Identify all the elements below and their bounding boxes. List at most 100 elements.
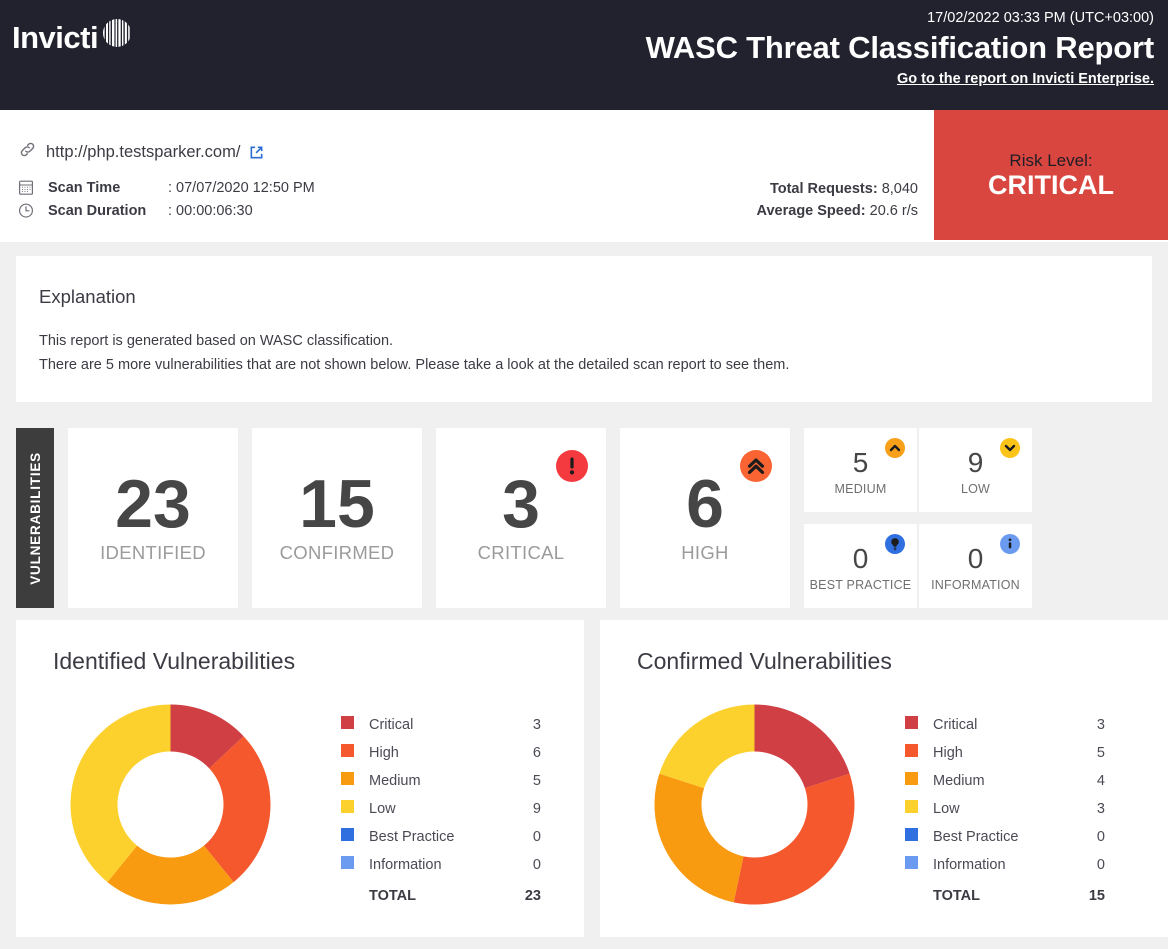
- confirmed-donut-chart: [652, 702, 857, 912]
- scan-meta-table: Scan Time : 07/07/2020 12:50 PM Scan Dur…: [18, 176, 315, 222]
- legend-swatch-cell: [905, 772, 933, 800]
- total-requests-row: Total Requests: 8,040: [757, 178, 918, 200]
- exclamation-badge-icon: [556, 450, 588, 482]
- scan-time-value: : 07/07/2020 12:50 PM: [168, 179, 315, 196]
- legend-color-swatch: [905, 716, 918, 729]
- small-stat-row-bottom: 0 BEST PRACTICE 0 INFORMATION: [804, 524, 1032, 608]
- stat-card-information[interactable]: 0 INFORMATION: [919, 524, 1032, 608]
- clock-icon: [18, 202, 40, 219]
- stat-card-low[interactable]: 9 LOW: [919, 428, 1032, 512]
- double-chevron-up-badge-icon: [740, 450, 772, 482]
- stat-value: 23: [115, 465, 191, 542]
- vulnerability-stats-row: VULNERABILITIES 23 IDENTIFIED 15 CONFIRM…: [16, 428, 1168, 608]
- external-link-icon[interactable]: [249, 145, 264, 160]
- stat-label: IDENTIFIED: [100, 542, 206, 564]
- link-icon: [18, 140, 37, 164]
- legend-color-swatch: [905, 856, 918, 869]
- go-to-report-link[interactable]: Go to the report on Invicti Enterprise.: [897, 71, 1154, 87]
- explanation-line-1: This report is generated based on WASC c…: [39, 333, 394, 349]
- legend-total-label: TOTAL: [933, 888, 980, 904]
- legend-swatch-cell: [341, 716, 369, 744]
- legend-value: 3: [532, 716, 541, 733]
- legend-label: Best Practice: [369, 828, 455, 845]
- stat-card-best-practice[interactable]: 0 BEST PRACTICE: [804, 524, 917, 608]
- legend-value: 3: [1096, 800, 1105, 817]
- legend-value: 3: [1096, 716, 1105, 733]
- identified-vulnerabilities-chart-card: Identified Vulnerabilities Critical 3 High…: [16, 620, 584, 937]
- legend-label: Medium: [369, 772, 421, 789]
- legend-label: Medium: [933, 772, 985, 789]
- legend-color-swatch: [905, 744, 918, 757]
- confirmed-vulnerabilities-chart-card: Confirmed Vulnerabilities Critical 3 High 5…: [600, 620, 1168, 937]
- stat-label: CONFIRMED: [279, 542, 395, 564]
- legend-row: Medium 5: [341, 772, 541, 800]
- explanation-card: Explanation This report is generated bas…: [16, 256, 1152, 402]
- legend-total-value: 15: [1088, 888, 1105, 904]
- lightbulb-badge-icon: [885, 534, 905, 554]
- legend-label: Low: [369, 800, 396, 817]
- legend-color-swatch: [905, 828, 918, 841]
- scan-duration-value: : 00:00:06:30: [168, 202, 253, 219]
- stat-label: INFORMATION: [931, 577, 1020, 592]
- stat-label: CRITICAL: [477, 542, 565, 564]
- stat-card-high[interactable]: 6 HIGH: [620, 428, 790, 608]
- stat-card-identified[interactable]: 23 IDENTIFIED: [68, 428, 238, 608]
- explanation-line-2: There are 5 more vulnerabilities that ar…: [39, 357, 790, 374]
- scan-time-row: Scan Time : 07/07/2020 12:50 PM: [18, 176, 315, 199]
- risk-level-box: Risk Level: CRITICAL: [934, 110, 1168, 240]
- stat-value: 3: [502, 465, 540, 542]
- legend-value: 5: [532, 772, 541, 789]
- legend-total-row: TOTAL 15: [905, 884, 1105, 915]
- legend-color-swatch: [905, 772, 918, 785]
- legend-value: 0: [532, 828, 541, 845]
- legend-label: Information: [369, 856, 442, 873]
- legend-row: Information 0: [905, 856, 1105, 884]
- identified-donut-chart: [68, 702, 273, 912]
- legend-color-swatch: [341, 828, 354, 841]
- scan-info-left: http://php.testsparker.com/ Scan Time: …: [18, 140, 315, 222]
- logo-text: Invicti: [12, 20, 99, 55]
- legend-color-swatch: [341, 800, 354, 813]
- stat-card-medium[interactable]: 5 MEDIUM: [804, 428, 917, 512]
- explanation-heading: Explanation: [39, 286, 136, 307]
- risk-level-value: CRITICAL: [988, 169, 1114, 200]
- stat-value: 0: [967, 542, 984, 574]
- legend-swatch-cell: [341, 800, 369, 828]
- donut-slice-critical: [754, 704, 850, 789]
- legend-swatch-cell: [341, 828, 369, 856]
- legend-row: Information 0: [341, 856, 541, 884]
- report-timestamp: 17/02/2022 03:33 PM (UTC+03:00): [927, 10, 1154, 26]
- legend-color-swatch: [341, 716, 354, 729]
- legend-row: Medium 4: [905, 772, 1105, 800]
- legend-total-value: 23: [524, 888, 541, 904]
- target-url-text: http://php.testsparker.com/: [46, 142, 241, 161]
- legend-value: 9: [532, 800, 541, 817]
- legend-swatch-cell: [905, 800, 933, 828]
- legend-label: Critical: [369, 716, 414, 733]
- stat-label: HIGH: [681, 542, 729, 564]
- stat-value: 5: [852, 446, 869, 478]
- stat-value: 9: [967, 446, 984, 478]
- legend-color-swatch: [341, 744, 354, 757]
- scan-duration-label: Scan Duration: [48, 202, 147, 219]
- legend-swatch-cell: [905, 744, 933, 772]
- scan-statistics: Total Requests: 8,040 Average Speed: 20.…: [757, 178, 918, 223]
- legend-total-label: TOTAL: [369, 888, 416, 904]
- small-stat-cards-group: 5 MEDIUM 9 LOW 0 BEST PRACTICE 0 INFORMA…: [804, 428, 1032, 608]
- stat-value: 0: [852, 542, 869, 574]
- page-title: WASC Threat Classification Report: [645, 30, 1155, 66]
- confirmed-chart-legend: Critical 3 High 5 Medium 4 Low 3 Best Practice 0 I…: [905, 716, 1105, 915]
- legend-total-row: TOTAL 23: [341, 884, 541, 915]
- legend-row: Best Practice 0: [905, 828, 1105, 856]
- average-speed-row: Average Speed: 20.6 r/s: [757, 200, 918, 222]
- legend-value: 0: [1096, 856, 1105, 873]
- stat-card-critical[interactable]: 3 CRITICAL: [436, 428, 606, 608]
- stat-card-confirmed[interactable]: 15 CONFIRMED: [252, 428, 422, 608]
- calendar-icon: [18, 179, 40, 196]
- legend-color-swatch: [905, 800, 918, 813]
- average-speed-label: Average Speed:: [756, 203, 866, 220]
- legend-swatch-cell: [341, 856, 369, 884]
- legend-row: Critical 3: [905, 716, 1105, 744]
- legend-label: High: [933, 744, 963, 761]
- invicti-logo: Invicti: [12, 19, 134, 55]
